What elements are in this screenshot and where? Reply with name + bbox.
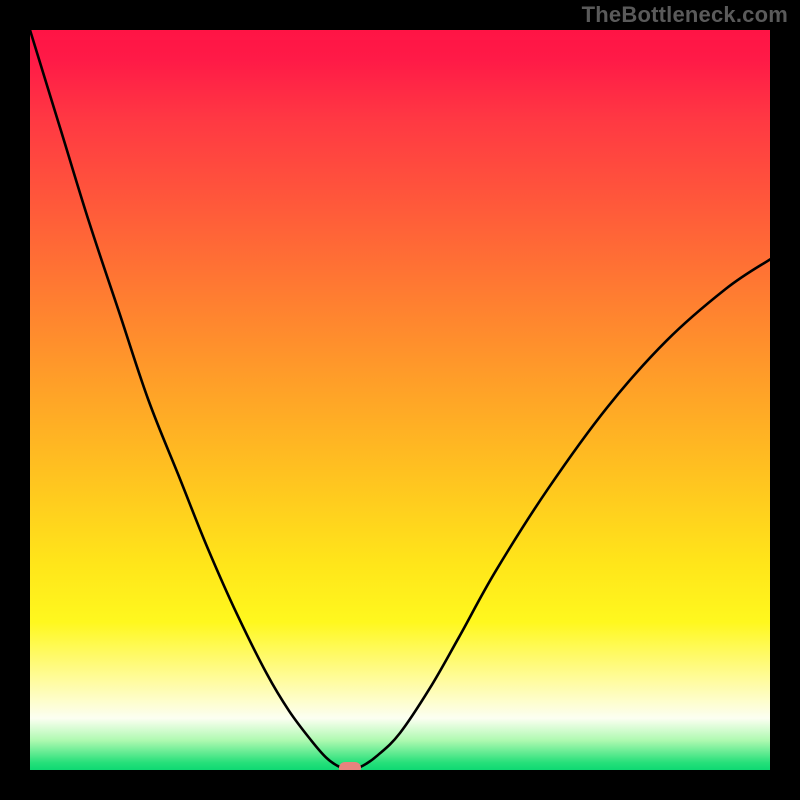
curve-svg [30,30,770,770]
plot-area [30,30,770,770]
optimal-point-marker [339,762,361,770]
watermark-text: TheBottleneck.com [582,2,788,28]
chart-frame: TheBottleneck.com [0,0,800,800]
bottleneck-curve [30,30,770,770]
